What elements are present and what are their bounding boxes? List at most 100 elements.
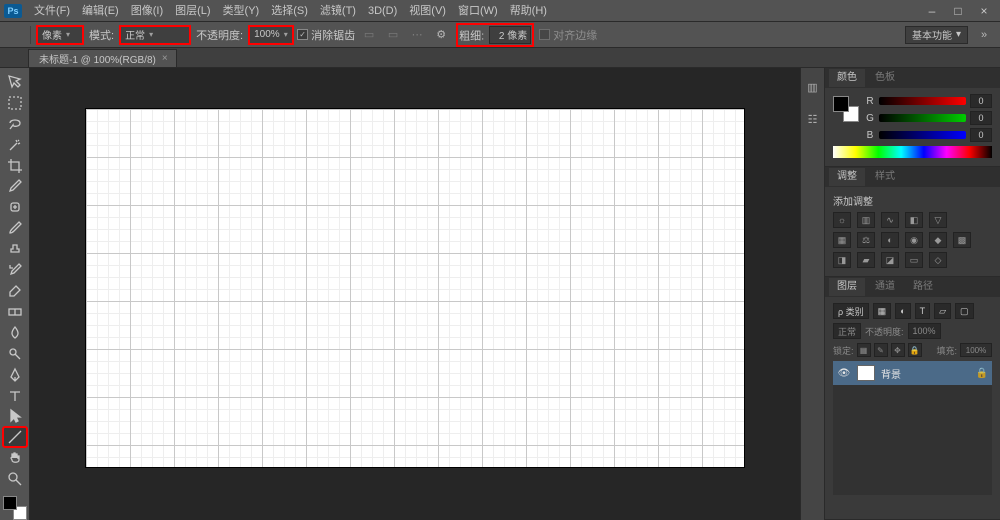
menu-file[interactable]: 文件(F) [28,0,76,22]
slider-b-value[interactable]: 0 [970,128,992,142]
brush-tool[interactable] [3,218,27,238]
tab-swatches[interactable]: 色板 [867,69,903,87]
tab-layers[interactable]: 图层 [829,278,865,296]
adj-vibrance-icon[interactable]: ▽ [929,212,947,228]
hand-tool[interactable] [3,448,27,468]
color-panel-swatch[interactable] [833,96,859,122]
fg-swatch[interactable] [833,96,849,112]
marquee-tool[interactable] [3,93,27,113]
gear-icon[interactable]: ⚙ [431,26,451,44]
clone-stamp-tool[interactable] [3,239,27,259]
tab-paths[interactable]: 路径 [905,278,941,296]
filter-adjust-icon[interactable]: ◐ [895,303,910,319]
window-close[interactable]: × [972,3,996,19]
properties-icon[interactable]: ☷ [804,110,822,128]
adj-channel-mixer-icon[interactable]: ◆ [929,232,947,248]
menu-3d[interactable]: 3D(D) [362,0,403,22]
adj-invert-icon[interactable]: ◨ [833,252,851,268]
active-tool-icon[interactable] [6,26,24,44]
history-brush-tool[interactable] [3,260,27,280]
adj-threshold-icon[interactable]: ◪ [881,252,899,268]
visibility-icon[interactable]: 👁 [837,368,851,379]
filter-smart-icon[interactable]: ▢ [955,303,974,319]
type-tool[interactable] [3,386,27,406]
foreground-background-swatch[interactable] [3,496,27,520]
slider-r-value[interactable]: 0 [970,94,992,108]
slider-r[interactable]: R 0 [865,94,992,108]
close-icon[interactable]: × [162,53,168,64]
tab-adjustments[interactable]: 调整 [829,168,865,186]
foreground-color[interactable] [3,496,17,510]
fill-value[interactable]: 100% [960,343,992,357]
gradient-tool[interactable] [3,302,27,322]
menu-select[interactable]: 选择(S) [265,0,314,22]
adj-brightness-icon[interactable]: ☼ [833,212,851,228]
panel-collapse-icon[interactable]: » [974,26,994,44]
workspace-switcher[interactable]: 基本功能 ▾ [905,26,968,44]
adj-selective-color-icon[interactable]: ◇ [929,252,947,268]
canvas-area[interactable] [30,68,800,520]
line-tool[interactable] [3,427,27,447]
blur-tool[interactable] [3,323,27,343]
menu-image[interactable]: 图像(I) [125,0,169,22]
size-combo[interactable]: 像素 ▾ [37,26,83,44]
layer-opacity-value[interactable]: 100% [908,323,941,339]
slider-b[interactable]: B 0 [865,128,992,142]
document-canvas[interactable] [85,108,745,468]
window-maximize[interactable]: □ [946,3,970,19]
slider-g-value[interactable]: 0 [970,111,992,125]
document-tab[interactable]: 未标题-1 @ 100%(RGB/8) × [28,49,177,67]
adj-curves-icon[interactable]: ∿ [881,212,899,228]
path-select-tool[interactable] [3,407,27,427]
layer-kind-filter[interactable]: ρ 类别 [833,303,869,319]
adj-lut-icon[interactable]: ▩ [953,232,971,248]
lasso-tool[interactable] [3,114,27,134]
blend-mode-select[interactable]: 正常 [833,323,861,339]
eraser-tool[interactable] [3,281,27,301]
eyedropper-tool[interactable] [3,177,27,197]
dodge-tool[interactable] [3,344,27,364]
menu-layer[interactable]: 图层(L) [169,0,216,22]
lock-transparency-icon[interactable]: ▦ [857,343,871,357]
align-edges-checkbox[interactable]: 对齐边缘 [539,27,597,43]
menu-window[interactable]: 窗口(W) [452,0,504,22]
move-tool[interactable] [3,72,27,92]
adj-levels-icon[interactable]: ▥ [857,212,875,228]
filter-type-icon[interactable]: T [915,303,931,319]
menu-help[interactable]: 帮助(H) [504,0,553,22]
adj-gradient-map-icon[interactable]: ▭ [905,252,923,268]
adj-exposure-icon[interactable]: ◧ [905,212,923,228]
menu-edit[interactable]: 编辑(E) [76,0,125,22]
zoom-tool[interactable] [3,469,27,489]
lock-all-icon[interactable]: 🔒 [908,343,922,357]
tab-color[interactable]: 颜色 [829,69,865,87]
adj-balance-icon[interactable]: ⚖ [857,232,875,248]
opacity-combo[interactable]: 100% ▾ [249,26,293,44]
layer-row-background[interactable]: 👁 背景 🔒 [833,361,992,385]
adj-bw-icon[interactable]: ◐ [881,232,899,248]
slider-r-track[interactable] [879,97,966,105]
filter-pixel-icon[interactable]: ▦ [873,303,892,319]
lock-pixels-icon[interactable]: ✎ [874,343,888,357]
spot-heal-tool[interactable] [3,197,27,217]
adj-posterize-icon[interactable]: ▰ [857,252,875,268]
menu-filter[interactable]: 滤镜(T) [314,0,362,22]
tab-channels[interactable]: 通道 [867,278,903,296]
adj-photo-filter-icon[interactable]: ◉ [905,232,923,248]
adj-hue-icon[interactable]: ▦ [833,232,851,248]
layer-thumbnail[interactable] [857,365,875,381]
filter-shape-icon[interactable]: ▱ [934,303,951,319]
menu-type[interactable]: 类型(Y) [217,0,266,22]
magic-wand-tool[interactable] [3,135,27,155]
slider-g-track[interactable] [879,114,966,122]
lock-position-icon[interactable]: ✥ [891,343,905,357]
mode-combo[interactable]: 正常 ▾ [120,26,190,44]
crop-tool[interactable] [3,156,27,176]
weight-value[interactable]: 2 像素 [489,26,531,44]
color-spectrum[interactable] [833,146,992,158]
tab-styles[interactable]: 样式 [867,168,903,186]
antialias-checkbox[interactable]: ✓ 消除锯齿 [297,27,355,43]
history-icon[interactable]: ▥ [804,78,822,96]
slider-b-track[interactable] [879,131,966,139]
slider-g[interactable]: G 0 [865,111,992,125]
